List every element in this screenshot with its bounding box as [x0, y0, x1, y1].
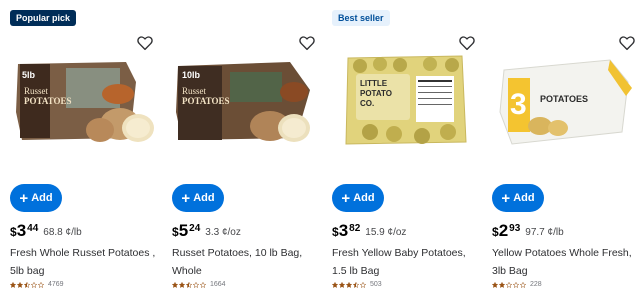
add-button-label: Add: [31, 192, 53, 204]
favorite-heart-icon[interactable]: [298, 34, 316, 52]
add-to-cart-button[interactable]: + Add: [332, 184, 384, 212]
price-dollars: 3: [338, 221, 349, 240]
popular-pick-badge: Popular pick: [10, 10, 77, 26]
star-icon: [506, 281, 512, 288]
unit-price: 68.8 ¢/lb: [43, 227, 82, 238]
bag-brand-text-3: CO.: [360, 99, 374, 108]
product-image[interactable]: LITTLE POTATO CO.: [330, 52, 480, 152]
star-rating: [10, 281, 44, 288]
price-currency: $: [332, 225, 339, 239]
price-cents: 93: [509, 223, 521, 234]
product-title[interactable]: Yellow Potatoes Whole Fresh, 3lb Bag: [492, 244, 640, 280]
star-icon: [17, 281, 23, 288]
product-image[interactable]: 5lb Russet POTATOES: [8, 52, 158, 152]
rating: 1664: [172, 281, 226, 288]
product-image[interactable]: 3 POTATOES: [490, 52, 640, 152]
bag-brand-text: LITTLE: [360, 79, 388, 88]
star-icon: [332, 281, 338, 288]
star-icon: [513, 281, 519, 288]
bag-label-text: POTATOES: [540, 94, 588, 104]
price: $ 2 93 97.7 ¢/lb: [492, 222, 564, 239]
favorite-heart-icon[interactable]: [618, 34, 636, 52]
bag-label-text: POTATOES: [182, 96, 230, 106]
star-icon: [172, 281, 178, 288]
price: $ 3 82 15.9 ¢/oz: [332, 222, 406, 239]
rating: 503: [332, 281, 382, 288]
price-cents: 82: [349, 223, 361, 234]
star-icon: [520, 281, 526, 288]
bag-variety-text: Russet: [24, 86, 49, 96]
star-rating: [332, 281, 366, 288]
plus-icon: +: [501, 189, 511, 207]
bag-brand-text-2: POTATO: [360, 89, 392, 98]
star-icon: [186, 281, 192, 288]
review-count: 1664: [210, 281, 226, 288]
product-card[interactable]: Popular pick 5lb Russet POTATOES + Add $…: [4, 0, 162, 296]
review-count: 4769: [48, 281, 64, 288]
star-icon: [38, 281, 44, 288]
star-rating: [492, 281, 526, 288]
bag-number-text: 3: [510, 88, 527, 121]
price-currency: $: [492, 225, 499, 239]
product-image[interactable]: 10lb Russet POTATOES: [170, 52, 320, 152]
star-icon: [200, 281, 206, 288]
star-icon: [353, 281, 359, 288]
product-title[interactable]: Fresh Yellow Baby Potatoes, 1.5 lb Bag: [332, 244, 480, 280]
rating: 228: [492, 281, 542, 288]
product-title[interactable]: Fresh Whole Russet Potatoes , 5lb bag: [10, 244, 158, 280]
add-button-label: Add: [513, 192, 535, 204]
review-count: 503: [370, 281, 382, 288]
review-count: 228: [530, 281, 542, 288]
price-cents: 44: [27, 223, 39, 234]
unit-price: 3.3 ¢/oz: [205, 227, 241, 238]
star-icon: [346, 281, 352, 288]
star-rating: [172, 281, 206, 288]
star-icon: [24, 281, 30, 288]
price-currency: $: [172, 225, 179, 239]
best-seller-badge: Best seller: [332, 10, 390, 26]
bag-weight-text: 10lb: [182, 70, 201, 80]
bag-label-text: POTATOES: [24, 96, 72, 106]
rating: 4769: [10, 281, 64, 288]
price-currency: $: [10, 225, 17, 239]
unit-price: 15.9 ¢/oz: [365, 227, 407, 238]
plus-icon: +: [19, 189, 29, 207]
star-icon: [339, 281, 345, 288]
product-card[interactable]: 10lb Russet POTATOES + Add $ 5 24 3.3 ¢/…: [166, 0, 324, 296]
plus-icon: +: [181, 189, 191, 207]
price-cents: 24: [189, 223, 201, 234]
product-card[interactable]: 3 POTATOES + Add $ 2 93 97.7 ¢/lb Yellow…: [486, 0, 640, 296]
unit-price: 97.7 ¢/lb: [525, 227, 564, 238]
bag-variety-text: Russet: [182, 86, 207, 96]
product-card[interactable]: Best seller LITTLE POTATO CO. + Add $ 3 …: [326, 0, 484, 296]
star-icon: [499, 281, 505, 288]
add-button-label: Add: [193, 192, 215, 204]
favorite-heart-icon[interactable]: [458, 34, 476, 52]
price: $ 3 44 68.8 ¢/lb: [10, 222, 82, 239]
star-icon: [492, 281, 498, 288]
star-icon: [179, 281, 185, 288]
add-to-cart-button[interactable]: + Add: [10, 184, 62, 212]
add-to-cart-button[interactable]: + Add: [172, 184, 224, 212]
plus-icon: +: [341, 189, 351, 207]
star-icon: [360, 281, 366, 288]
price: $ 5 24 3.3 ¢/oz: [172, 222, 241, 239]
price-dollars: 2: [498, 221, 509, 240]
price-dollars: 5: [178, 221, 189, 240]
star-icon: [31, 281, 37, 288]
star-icon: [10, 281, 16, 288]
add-button-label: Add: [353, 192, 375, 204]
favorite-heart-icon[interactable]: [136, 34, 154, 52]
add-to-cart-button[interactable]: + Add: [492, 184, 544, 212]
bag-weight-text: 5lb: [22, 70, 36, 80]
star-icon: [193, 281, 199, 288]
product-grid: Popular pick 5lb Russet POTATOES + Add $…: [0, 0, 640, 296]
product-title[interactable]: Russet Potatoes, 10 lb Bag, Whole: [172, 244, 320, 280]
price-dollars: 3: [16, 221, 27, 240]
